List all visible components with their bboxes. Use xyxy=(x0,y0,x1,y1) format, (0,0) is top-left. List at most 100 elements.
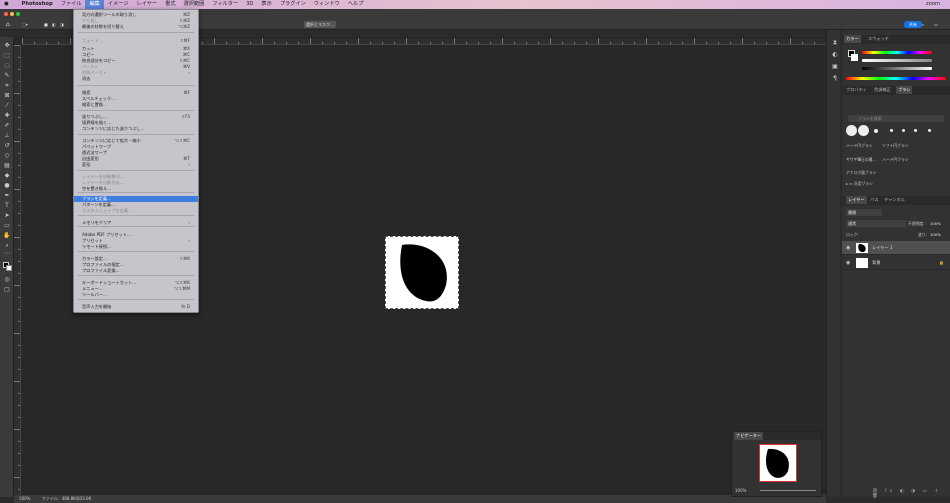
adjustments-icon[interactable]: ◐ xyxy=(831,52,839,58)
layer-kind-filter[interactable]: 種類 xyxy=(846,209,882,216)
brush-preset-5[interactable] xyxy=(902,129,905,132)
marquee-tool-icon[interactable]: ⬚ xyxy=(3,53,11,59)
brightness-slider[interactable] xyxy=(862,67,932,70)
edit-menu-item[interactable]: 検索と置換... xyxy=(74,102,198,108)
edit-menu-item[interactable]: 変形 › xyxy=(74,162,198,168)
edit-menu-item[interactable]: 消去 xyxy=(74,76,198,82)
history-brush-tool-icon[interactable]: ↺ xyxy=(3,143,11,149)
move-tool-icon[interactable]: ✥ xyxy=(3,43,11,49)
menu-window[interactable]: ウィンドウ xyxy=(310,0,344,9)
brush-group-row[interactable]: ▸ ▭ 汎用ブラシ xyxy=(846,180,946,187)
menu-edit[interactable]: 編集 xyxy=(85,0,104,9)
brush-preset-1[interactable] xyxy=(846,125,857,136)
frame-tool-icon[interactable]: ⊠ xyxy=(3,93,11,99)
minimize-window-button[interactable] xyxy=(10,12,14,16)
clone-stamp-tool-icon[interactable]: ⊥ xyxy=(3,133,11,139)
edit-menu-item[interactable]: リモート接続... xyxy=(74,244,198,250)
menu-image[interactable]: イメージ xyxy=(104,0,133,9)
brush-preset-7[interactable] xyxy=(928,129,931,132)
edit-menu-item[interactable]: ツールバー... xyxy=(74,292,198,298)
navigator-zoom-slider[interactable] xyxy=(760,490,816,491)
navigator-zoom-value[interactable]: 100% xyxy=(735,488,746,493)
subtract-selection-icon[interactable]: ◨ xyxy=(58,21,66,28)
spectrum-bar[interactable] xyxy=(846,77,946,80)
layer-row-background[interactable]: ◉ 背景 🔒 xyxy=(842,256,950,270)
paragraph-icon[interactable]: ¶ xyxy=(831,76,839,82)
tab-channels[interactable]: チャンネル xyxy=(884,196,905,204)
new-selection-icon[interactable]: ■ xyxy=(42,21,50,28)
more-tools-icon[interactable]: ⋯ xyxy=(3,251,11,257)
libraries-icon[interactable]: ▣ xyxy=(831,64,839,70)
marquee-tool-preset-icon[interactable]: ⬚▾ xyxy=(20,21,30,28)
app-menu[interactable]: Photoshop xyxy=(13,0,57,9)
visibility-eye-icon[interactable]: ◉ xyxy=(846,260,852,266)
tab-layers[interactable]: レイヤー xyxy=(846,196,867,204)
type-tool-icon[interactable]: T xyxy=(3,203,11,209)
saturation-slider[interactable] xyxy=(862,59,932,62)
edit-menu-item[interactable]: 最後の状態を切り替え ⌥⌘Z xyxy=(74,24,198,30)
hand-tool-icon[interactable]: ✋ xyxy=(3,233,11,239)
brush-preset-2[interactable] xyxy=(858,125,869,136)
brush-search-field[interactable]: ブラシを検索 xyxy=(848,115,944,122)
quick-mask-icon[interactable]: ◎ xyxy=(3,277,11,283)
blur-tool-icon[interactable]: ◆ xyxy=(3,173,11,179)
edit-menu-item[interactable]: プロファイル変換... xyxy=(74,268,198,274)
tab-swatches[interactable]: スウォッチ xyxy=(868,35,889,43)
eraser-tool-icon[interactable]: ◇ xyxy=(3,153,11,159)
visibility-eye-icon[interactable]: ◉ xyxy=(846,245,852,251)
document-canvas[interactable] xyxy=(385,236,459,309)
tab-paths[interactable]: パス xyxy=(870,196,878,204)
close-window-button[interactable] xyxy=(4,12,8,16)
brush-preset-4[interactable] xyxy=(890,129,893,132)
path-select-tool-icon[interactable]: ➤ xyxy=(3,213,11,219)
home-icon[interactable]: ⌂ xyxy=(4,21,12,28)
tab-navigator[interactable]: ナビゲーター xyxy=(734,432,764,440)
gradient-tool-icon[interactable]: ▤ xyxy=(3,163,11,169)
background-color-swatch[interactable] xyxy=(6,265,12,271)
eyedropper-tool-icon[interactable]: ⁄ xyxy=(3,103,11,109)
select-and-mask-button[interactable]: 選択とマスク... xyxy=(304,21,336,28)
search-icon[interactable]: ⌕ xyxy=(920,21,926,28)
shape-tool-icon[interactable]: ▭ xyxy=(3,223,11,229)
apple-icon[interactable]: ● xyxy=(0,0,13,9)
fill-value[interactable]: 100% xyxy=(930,232,941,237)
lasso-tool-icon[interactable]: ◌ xyxy=(3,63,11,69)
brush-preset-6[interactable] xyxy=(914,129,917,132)
zoom-tool-icon[interactable]: ⌕ xyxy=(3,243,11,249)
menu-3d[interactable]: 3D xyxy=(242,0,257,9)
menu-type[interactable]: 書式 xyxy=(161,0,179,9)
edit-menu-item[interactable]: 音声入力を開始 fn D xyxy=(74,304,198,310)
blend-mode-select[interactable]: 通常 xyxy=(846,220,906,227)
menu-filter[interactable]: フィルター xyxy=(208,0,242,9)
edit-menu-item[interactable]: コンテンツに応じた塗りつぶし... xyxy=(74,126,198,132)
zoom-window-button[interactable] xyxy=(16,12,20,16)
add-selection-icon[interactable]: ◧ xyxy=(50,21,58,28)
brush-tool-icon[interactable]: ✐ xyxy=(3,123,11,129)
workspace-icon[interactable]: ▭ xyxy=(932,21,940,28)
bg-color-chip[interactable] xyxy=(851,54,858,61)
crop-tool-icon[interactable]: ⌗ xyxy=(3,83,11,89)
dodge-tool-icon[interactable]: ● xyxy=(3,183,11,189)
zoom-level[interactable]: 100% xyxy=(19,496,30,501)
menu-select[interactable]: 選択範囲 xyxy=(180,0,209,9)
opacity-value[interactable]: 100% xyxy=(930,221,941,226)
screen-mode-icon[interactable]: ▢ xyxy=(3,287,11,293)
layer-row-layer1[interactable]: ◉ レイヤー 1 xyxy=(842,241,950,255)
tab-adjustments[interactable]: 色調補正 xyxy=(874,86,891,94)
quick-select-tool-icon[interactable]: ✎ xyxy=(3,73,11,79)
menu-layer[interactable]: レイヤー xyxy=(133,0,162,9)
navigator-preview[interactable] xyxy=(759,444,797,482)
healing-brush-tool-icon[interactable]: ✚ xyxy=(3,113,11,119)
history-icon[interactable]: ⧗ xyxy=(831,40,839,46)
menu-file[interactable]: ファイル xyxy=(57,0,86,9)
brush-preset-3[interactable] xyxy=(874,129,878,133)
pen-tool-icon[interactable]: ✒ xyxy=(3,193,11,199)
menu-view[interactable]: 表示 xyxy=(257,0,275,9)
tab-properties[interactable]: プロパティ xyxy=(846,86,867,94)
menu-help[interactable]: ヘルプ xyxy=(344,0,368,9)
menu-plugins[interactable]: プラグイン xyxy=(276,0,310,9)
hue-slider[interactable] xyxy=(862,51,932,54)
vertical-ruler[interactable] xyxy=(14,45,21,495)
tab-color[interactable]: カラー xyxy=(844,35,861,43)
tab-brushes[interactable]: ブラシ xyxy=(896,86,913,94)
